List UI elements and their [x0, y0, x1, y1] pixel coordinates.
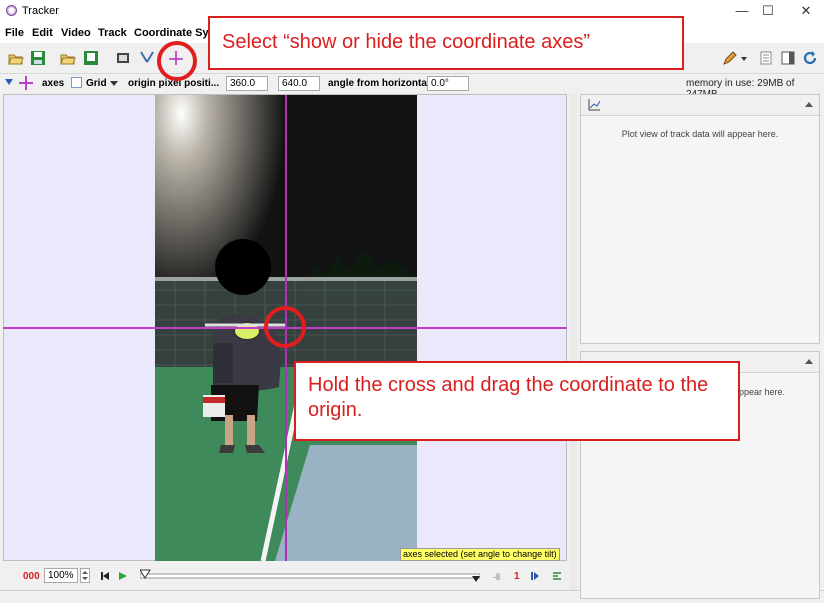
clip-settings-icon[interactable] [115, 50, 131, 66]
menu-video[interactable]: Video [61, 27, 91, 39]
refresh-icon[interactable] [802, 50, 818, 66]
open-file-icon[interactable] [8, 50, 24, 66]
play-icon[interactable] [118, 571, 128, 581]
zoom-spinner[interactable] [80, 568, 90, 583]
axes-cross-icon [18, 75, 34, 91]
menu-edit[interactable]: Edit [32, 27, 53, 39]
export-icon[interactable] [83, 50, 99, 66]
grid-dropdown-icon[interactable] [110, 79, 118, 87]
close-button[interactable]: ✕ [788, 0, 824, 22]
origin-x-field[interactable]: 360.0 [226, 76, 268, 91]
axes-status-tooltip: axes selected (set angle to change tilt) [400, 548, 560, 561]
plot-axes-icon[interactable] [587, 98, 601, 112]
plot-collapse-icon[interactable] [805, 100, 813, 108]
plot-panel[interactable]: Plot view of track data will appear here… [580, 94, 820, 344]
table-placeholder: ppear here. [739, 387, 786, 397]
angle-field[interactable]: 0.0° [427, 76, 469, 91]
axes-label[interactable]: axes [42, 78, 64, 89]
open-video-icon[interactable] [60, 50, 76, 66]
pencil-drawing-icon[interactable] [722, 50, 738, 66]
menu-track[interactable]: Track [98, 27, 127, 39]
pencil-dropdown-icon[interactable] [740, 50, 748, 66]
tracker-app-icon [6, 5, 17, 16]
origin-y-field[interactable]: 640.0 [278, 76, 320, 91]
axes-menu-chevron-icon[interactable] [4, 77, 14, 87]
step-size[interactable]: 1 [514, 571, 520, 582]
grid-label: Grid [86, 78, 107, 89]
reset-icon[interactable] [100, 571, 110, 581]
axes-button-highlight-ring [157, 41, 197, 81]
save-icon[interactable] [30, 50, 46, 66]
annotation-select-axes: Select “show or hide the coordinate axes… [208, 16, 684, 70]
plot-placeholder: Plot view of track data will appear here… [621, 129, 779, 139]
split-divider[interactable] [569, 94, 577, 590]
origin-highlight-ring [264, 306, 306, 348]
zoom-field[interactable]: 100% [44, 568, 78, 583]
player-settings-icon[interactable] [552, 571, 562, 581]
menu-file[interactable]: File [5, 27, 24, 39]
calibration-tools-icon[interactable] [139, 50, 155, 66]
maximize-button[interactable]: ☐ [750, 0, 786, 22]
plot-panel-header [581, 95, 819, 116]
panel-toggle-icon[interactable] [780, 50, 796, 66]
frame-counter[interactable]: 000 [23, 571, 40, 582]
angle-label: angle from horizontal [328, 78, 430, 89]
step-back-icon[interactable]: -ll [493, 572, 500, 582]
grid-checkbox[interactable] [71, 77, 82, 88]
notes-icon[interactable] [758, 50, 774, 66]
window-title: Tracker [22, 5, 59, 17]
table-collapse-icon[interactable] [805, 357, 813, 365]
step-forward-icon[interactable] [530, 571, 540, 581]
frame-slider[interactable] [139, 569, 481, 583]
annotation-drag-origin: Hold the cross and drag the coordinate t… [294, 361, 740, 441]
menu-coordinate-system[interactable]: Coordinate Syst [134, 27, 218, 39]
